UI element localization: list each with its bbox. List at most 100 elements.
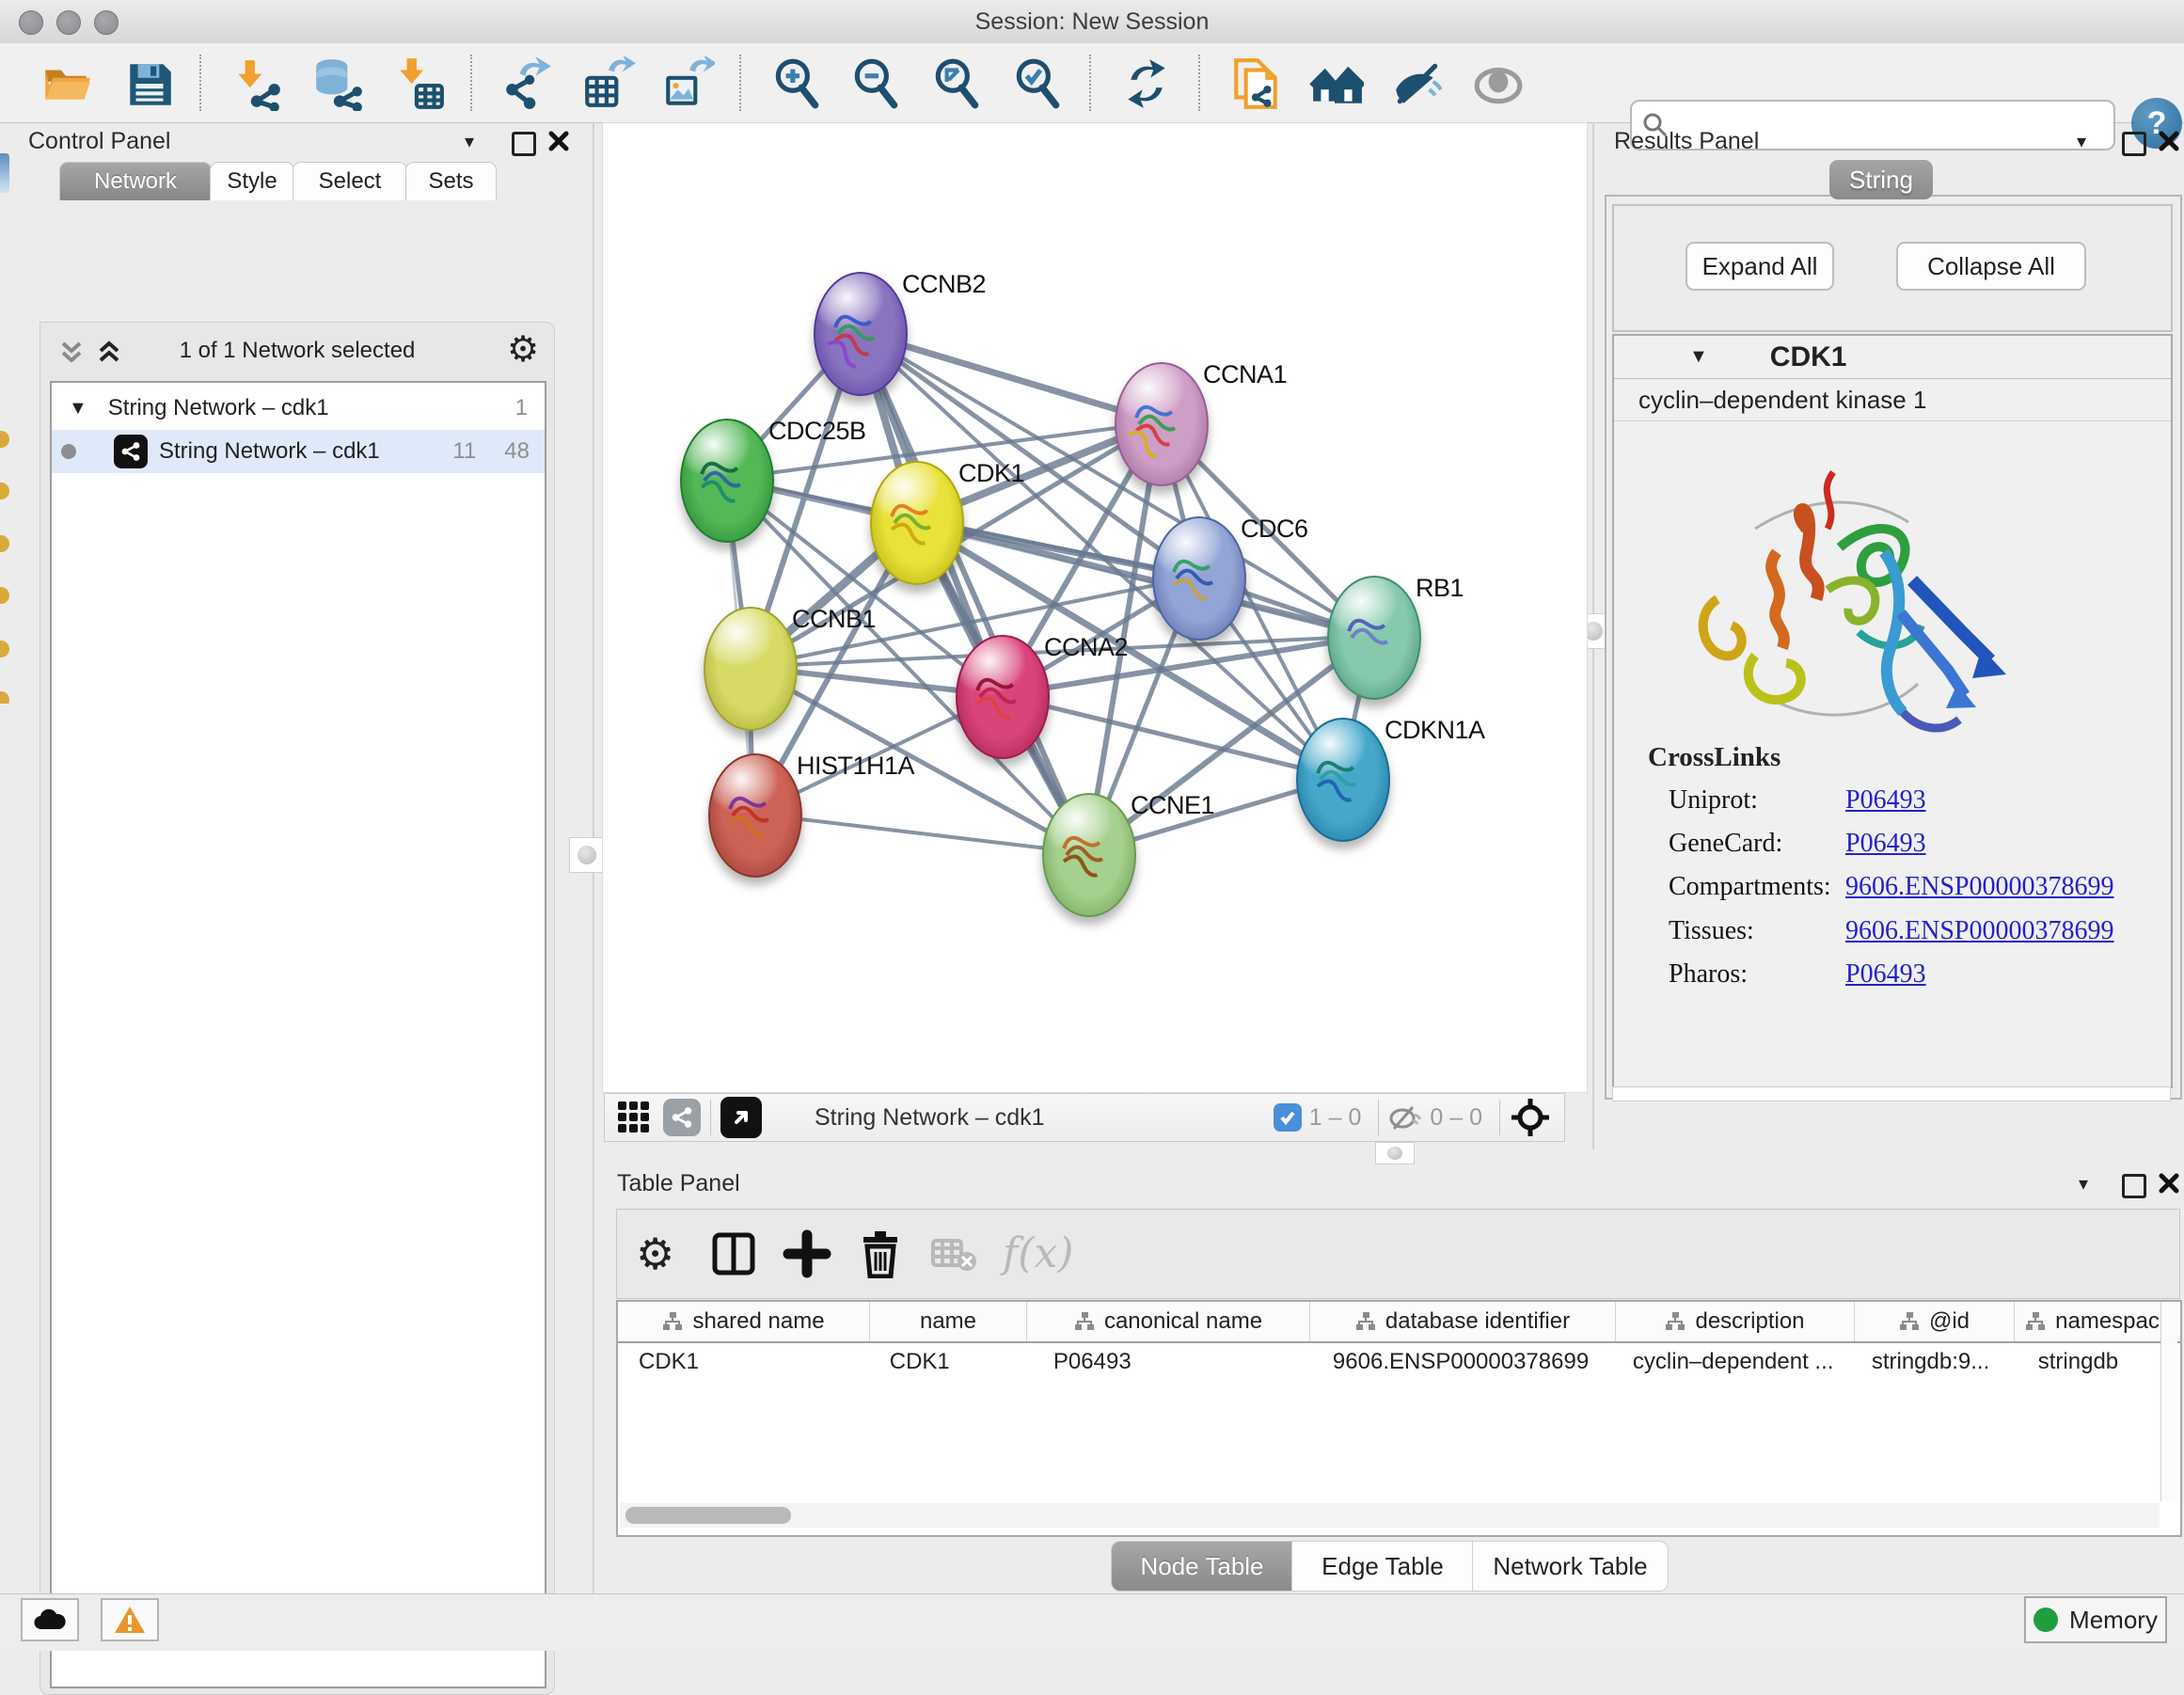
crosslink-pharos-link[interactable]: P06493 <box>1845 959 1926 990</box>
tab-style[interactable]: Style <box>210 162 294 200</box>
results-panel-menu-icon[interactable]: ▾ <box>2077 130 2086 153</box>
show-columns-icon[interactable] <box>709 1229 758 1278</box>
column-header[interactable]: canonical name <box>1027 1302 1310 1341</box>
table-row[interactable]: CDK1 CDK1 P06493 9606.ENSP00000378699 cy… <box>618 1343 2180 1381</box>
table-panel-close-icon[interactable] <box>2158 1172 2180 1195</box>
network-collection-row[interactable]: ▼ String Network – cdk1 1 <box>52 387 545 430</box>
background-window-fragment <box>0 153 9 193</box>
table-options-gear-icon[interactable]: ⚙ <box>636 1229 685 1278</box>
show-all-networks-icon[interactable] <box>1309 56 1364 111</box>
collection-label: String Network – cdk1 <box>108 395 329 421</box>
tab-string[interactable]: String <box>1829 160 1933 199</box>
column-header[interactable]: name <box>870 1302 1027 1341</box>
column-header[interactable]: description <box>1616 1302 1855 1341</box>
network-node-CDK1[interactable] <box>870 461 964 585</box>
column-header[interactable]: database identifier <box>1310 1302 1616 1341</box>
network-node-CDC6[interactable] <box>1152 516 1246 641</box>
zoom-selected-icon[interactable] <box>1010 56 1065 111</box>
memory-button[interactable]: Memory <box>2024 1596 2167 1643</box>
collection-count: 1 <box>515 395 528 421</box>
network-node-CDKN1A[interactable] <box>1296 718 1390 842</box>
crosslink-uniprot-link[interactable]: P06493 <box>1845 785 1926 816</box>
table-panel-float-icon[interactable] <box>2122 1170 2146 1198</box>
table-panel-menu-icon[interactable]: ▾ <box>2079 1172 2088 1196</box>
tab-sets[interactable]: Sets <box>405 162 497 200</box>
export-table-icon[interactable] <box>581 56 636 111</box>
refresh-view-icon[interactable] <box>1119 56 1174 111</box>
zoom-out-icon[interactable] <box>848 56 903 111</box>
create-column-icon[interactable] <box>783 1229 831 1278</box>
network-node-CCNE1[interactable] <box>1042 793 1136 917</box>
scrollbar-thumb[interactable] <box>625 1507 791 1524</box>
duplicate-network-icon[interactable] <box>1228 56 1283 111</box>
warnings-button[interactable] <box>101 1598 159 1641</box>
cloud-icon <box>32 1607 68 1633</box>
table-vertical-scrollbar[interactable] <box>2160 1302 2177 1501</box>
control-panel-float-icon[interactable] <box>512 128 536 156</box>
column-header[interactable]: namespac <box>2015 1302 2170 1341</box>
cloud-status-button[interactable] <box>21 1598 79 1641</box>
network-row[interactable]: String Network – cdk1 11 48 <box>52 430 545 473</box>
results-horizontal-scrollbar[interactable] <box>1612 1086 2171 1101</box>
column-header[interactable]: @id <box>1855 1302 2015 1341</box>
save-session-icon[interactable] <box>122 56 177 111</box>
protein-entry-header[interactable]: ▼ CDK1 <box>1614 336 2171 379</box>
fit-selected-crosshair-icon[interactable] <box>1510 1097 1551 1138</box>
zoom-in-icon[interactable] <box>769 56 824 111</box>
collapse-triangle-icon[interactable]: ▼ <box>69 398 87 420</box>
crosslink-label: Compartments: <box>1669 872 1831 902</box>
network-options-gear-icon[interactable]: ⚙ <box>507 332 539 368</box>
network-node-CCNB2[interactable] <box>814 272 908 396</box>
tab-node-table[interactable]: Node Table <box>1111 1541 1293 1592</box>
toolbar-separator <box>1089 55 1091 111</box>
selected-items-checkbox[interactable] <box>1274 1103 1302 1132</box>
table-horizontal-scrollbar[interactable] <box>620 1503 2160 1528</box>
open-file-icon[interactable] <box>40 56 94 111</box>
network-panel-body: 1 of 1 Network selected ⚙ ▼ String Netwo… <box>40 322 555 1695</box>
tab-network[interactable]: Network <box>59 162 212 200</box>
delete-column-trash-icon[interactable] <box>856 1229 905 1278</box>
network-node-CCNA1[interactable] <box>1115 362 1209 486</box>
tab-edge-table[interactable]: Edge Table <box>1291 1541 1474 1592</box>
expand-all-button[interactable]: Expand All <box>1685 242 1834 291</box>
import-network-database-icon[interactable] <box>310 56 365 111</box>
tab-network-table[interactable]: Network Table <box>1472 1541 1669 1592</box>
entry-collapse-triangle-icon[interactable]: ▼ <box>1689 346 1708 368</box>
show-hidden-icon[interactable] <box>1471 56 1526 111</box>
birds-eye-view-icon[interactable] <box>720 1097 762 1138</box>
control-panel-menu-icon[interactable]: ▾ <box>465 130 474 153</box>
node-table: shared name name canonical name database… <box>616 1300 2182 1537</box>
collapse-all-button[interactable]: Collapse All <box>1896 242 2086 291</box>
network-node-HIST1H1A[interactable] <box>708 753 802 878</box>
zoom-fit-icon[interactable] <box>929 56 984 111</box>
network-node-label: CDC6 <box>1241 515 1308 544</box>
left-splitter-handle[interactable] <box>569 837 605 873</box>
network-view-canvas[interactable]: CCNB2CCNA1CDC25BCDK1CDC6RB1CCNB1CCNA2CDK… <box>602 122 1588 1093</box>
tab-select[interactable]: Select <box>293 162 407 200</box>
control-panel-close-icon[interactable] <box>547 130 570 152</box>
toolbar-separator <box>1198 55 1200 111</box>
hidden-count: 0 – 0 <box>1430 1104 1482 1132</box>
control-panel: Control Panel ▾ Network Style Select Set… <box>15 122 562 1593</box>
grid-view-icon[interactable] <box>616 1100 652 1135</box>
results-panel-float-icon[interactable] <box>2122 128 2146 156</box>
export-network-icon[interactable] <box>500 56 555 111</box>
import-table-file-icon[interactable] <box>391 56 446 111</box>
crosslink-compartments-link[interactable]: 9606.ENSP00000378699 <box>1845 872 2113 902</box>
export-image-icon[interactable] <box>660 56 715 111</box>
network-node-CCNB1[interactable] <box>704 607 798 731</box>
network-node-RB1[interactable] <box>1327 576 1421 700</box>
network-overview-icon[interactable] <box>663 1099 701 1136</box>
crosslink-tissues-link[interactable]: 9606.ENSP00000378699 <box>1845 916 2113 946</box>
toolbar-separator <box>470 55 472 111</box>
network-node-CCNA2[interactable] <box>956 635 1050 759</box>
import-network-file-icon[interactable] <box>229 56 284 111</box>
hide-selected-icon[interactable] <box>1390 56 1445 111</box>
column-header[interactable]: shared name <box>618 1302 870 1341</box>
network-node-CDC25B[interactable] <box>680 419 774 543</box>
window-titlebar: Session: New Session <box>0 0 2184 44</box>
results-panel-close-icon[interactable] <box>2158 130 2180 152</box>
background-window-dots <box>0 431 9 704</box>
table-toolbar: ⚙ f(x) <box>616 1209 2180 1299</box>
crosslink-genecard-link[interactable]: P06493 <box>1845 829 1926 859</box>
